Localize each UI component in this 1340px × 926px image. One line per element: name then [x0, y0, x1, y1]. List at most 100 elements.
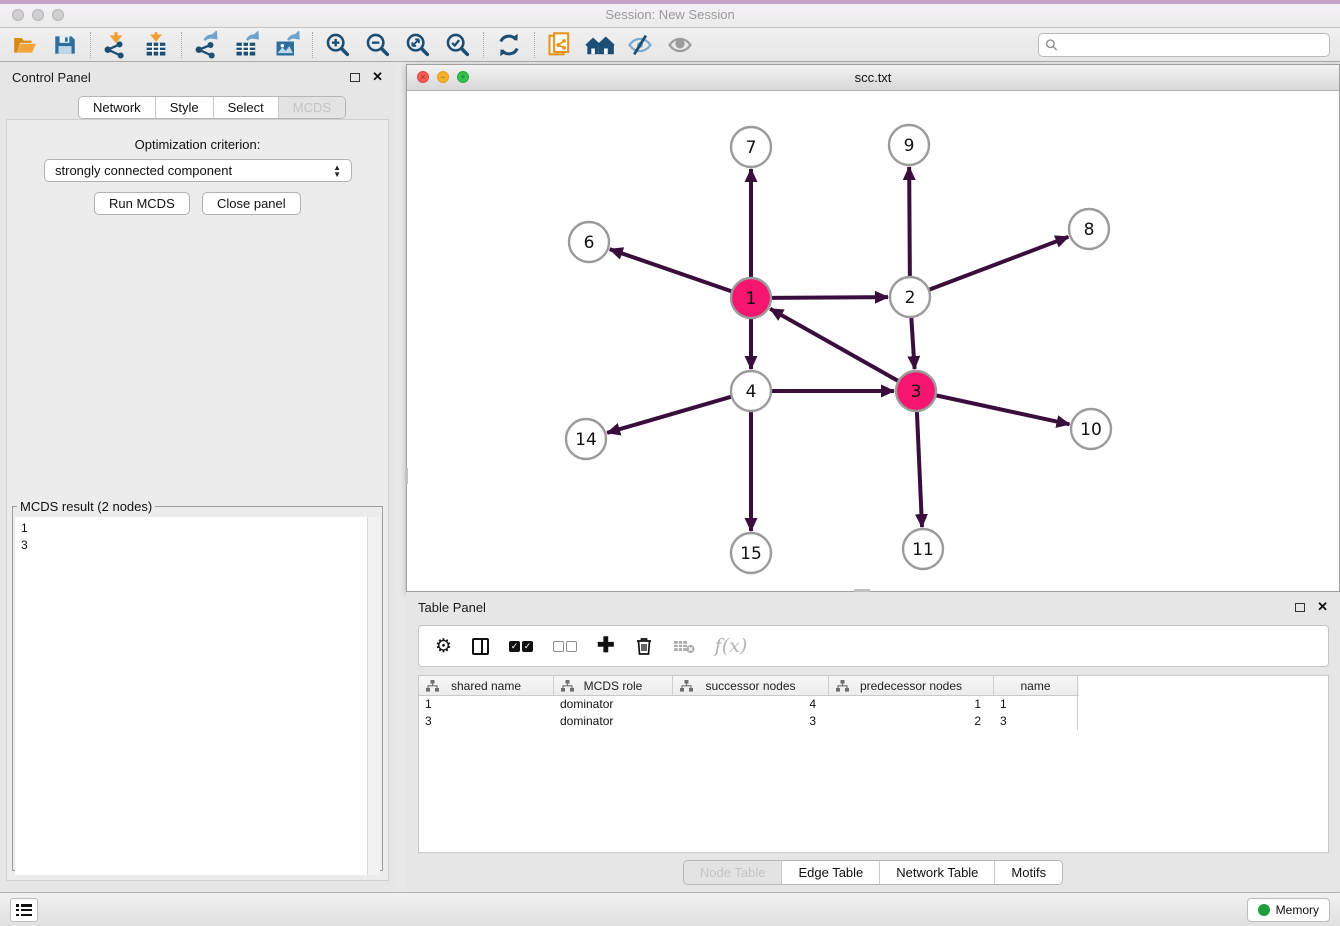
cell-name[interactable]: 1 [994, 696, 1078, 713]
graph-edge-1-2[interactable] [771, 297, 888, 298]
network-graph[interactable]: 7 9 6 8 1 2 4 3 14 10 15 11 [407, 91, 1339, 591]
graph-edge-1-6[interactable] [610, 249, 732, 291]
column-header-predecessor-nodes[interactable]: predecessor nodes [829, 676, 994, 695]
tab-network-table[interactable]: Network Table [879, 861, 994, 884]
graph-node-14[interactable]: 14 [566, 419, 606, 459]
svg-text:9: 9 [904, 136, 915, 156]
export-table-icon[interactable] [230, 30, 264, 60]
graph-node-11[interactable]: 11 [903, 529, 943, 569]
export-network-icon[interactable] [190, 30, 224, 60]
deselect-all-icon[interactable] [553, 641, 577, 652]
graph-node-3[interactable]: 3 [896, 371, 936, 411]
search-input[interactable] [1058, 38, 1323, 52]
graph-node-7[interactable]: 7 [731, 127, 771, 167]
graph-edge-3-11[interactable] [917, 411, 922, 527]
float-table-panel-icon[interactable] [1295, 603, 1305, 612]
tab-mcds[interactable]: MCDS [278, 97, 345, 118]
toolbar-separator [483, 32, 484, 58]
close-panel-button[interactable]: Close panel [202, 192, 301, 215]
column-header-name[interactable]: name [994, 676, 1078, 695]
select-all-icon[interactable]: ✓✓ [509, 641, 533, 652]
split-divider-handle[interactable] [405, 468, 408, 484]
task-console-button[interactable] [10, 898, 38, 922]
tab-motifs[interactable]: Motifs [994, 861, 1062, 884]
float-panel-icon[interactable] [350, 73, 360, 82]
graph-node-4[interactable]: 4 [731, 371, 771, 411]
import-table-icon[interactable] [139, 30, 173, 60]
graph-node-15[interactable]: 15 [731, 533, 771, 573]
cell-successor-nodes[interactable]: 3 [673, 713, 829, 730]
hide-selected-icon[interactable] [623, 30, 657, 60]
function-builder-icon: f(x) [715, 635, 748, 657]
cell-shared-name[interactable]: 1 [419, 696, 554, 713]
svg-text:8: 8 [1084, 220, 1095, 240]
graph-edge-3-10[interactable] [936, 395, 1070, 424]
delete-column-icon[interactable] [635, 636, 653, 656]
close-table-panel-icon[interactable]: ✕ [1317, 599, 1328, 615]
add-column-icon[interactable]: ✚ [597, 637, 615, 655]
graph-edge-3-1[interactable] [770, 309, 898, 381]
mcds-result-text[interactable]: 13 [15, 517, 380, 875]
graph-node-8[interactable]: 8 [1069, 209, 1109, 249]
tab-edge-table[interactable]: Edge Table [781, 861, 879, 884]
toolbar-separator [534, 32, 535, 58]
tab-select[interactable]: Select [213, 97, 278, 118]
cell-predecessor-nodes[interactable]: 1 [829, 696, 994, 713]
cell-predecessor-nodes[interactable]: 2 [829, 713, 994, 730]
zoom-out-icon[interactable] [361, 30, 395, 60]
dropdown-value: strongly connected component [55, 163, 232, 178]
graph-edge-4-14[interactable] [607, 397, 732, 433]
svg-text:7: 7 [746, 138, 757, 158]
graph-node-2[interactable]: 2 [890, 277, 930, 317]
cell-mcds-role[interactable]: dominator [554, 713, 673, 730]
window-title: Session: New Session [0, 7, 1340, 22]
graph-edge-2-9[interactable] [909, 167, 910, 277]
table-settings-gear-icon[interactable]: ⚙ [435, 635, 452, 658]
tab-network[interactable]: Network [79, 97, 155, 118]
main-titlebar: Session: New Session [0, 0, 1340, 28]
close-panel-icon[interactable]: ✕ [372, 69, 383, 85]
graph-edge-2-3[interactable] [911, 317, 914, 369]
column-header-mcds-role[interactable]: MCDS role [554, 676, 673, 695]
export-image-icon[interactable] [270, 30, 304, 60]
memory-button[interactable]: Memory [1247, 898, 1330, 922]
task-list-icon [16, 904, 32, 916]
tab-node-table[interactable]: Node Table [684, 861, 782, 884]
graph-node-9[interactable]: 9 [889, 125, 929, 165]
cell-name[interactable]: 3 [994, 713, 1078, 730]
toolbar-separator [312, 32, 313, 58]
optimization-criterion-label: Optimization criterion: [0, 137, 395, 152]
graph-node-1[interactable]: 1 [731, 278, 771, 318]
new-network-from-selection-icon[interactable] [543, 30, 577, 60]
graph-edge-2-8[interactable] [929, 237, 1069, 290]
run-mcds-button[interactable]: Run MCDS [94, 192, 190, 215]
status-bar: Memory [0, 892, 1340, 926]
open-file-icon[interactable] [8, 30, 42, 60]
import-network-icon[interactable] [99, 30, 133, 60]
zoom-in-icon[interactable] [321, 30, 355, 60]
cell-successor-nodes[interactable]: 4 [673, 696, 829, 713]
zoom-fit-icon[interactable] [401, 30, 435, 60]
node-table: shared name MCDS role successor nodes pr… [418, 675, 1329, 853]
table-row[interactable]: 1 dominator 4 1 1 [419, 696, 1328, 713]
column-header-shared-name[interactable]: shared name [419, 676, 554, 695]
table-row[interactable]: 3 dominator 3 2 3 [419, 713, 1328, 730]
optimization-criterion-dropdown[interactable]: strongly connected component ▲▼ [44, 159, 352, 182]
column-header-successor-nodes[interactable]: successor nodes [673, 676, 829, 695]
column-visibility-icon[interactable] [472, 638, 489, 655]
graph-node-10[interactable]: 10 [1071, 409, 1111, 449]
save-session-icon[interactable] [48, 30, 82, 60]
apply-layout-icon[interactable] [492, 30, 526, 60]
cell-shared-name[interactable]: 3 [419, 713, 554, 730]
hierarchy-icon [836, 680, 849, 692]
tab-style[interactable]: Style [155, 97, 213, 118]
result-scrollbar[interactable] [367, 517, 380, 875]
graph-node-6[interactable]: 6 [569, 222, 609, 262]
show-all-icon[interactable] [583, 30, 617, 60]
search-field[interactable] [1038, 33, 1330, 57]
zoom-selected-icon[interactable] [441, 30, 475, 60]
cell-mcds-role[interactable]: dominator [554, 696, 673, 713]
table-panel-title: Table Panel [418, 600, 486, 615]
network-window-titlebar[interactable]: × − + scc.txt [407, 65, 1339, 91]
hierarchy-icon [680, 680, 693, 692]
